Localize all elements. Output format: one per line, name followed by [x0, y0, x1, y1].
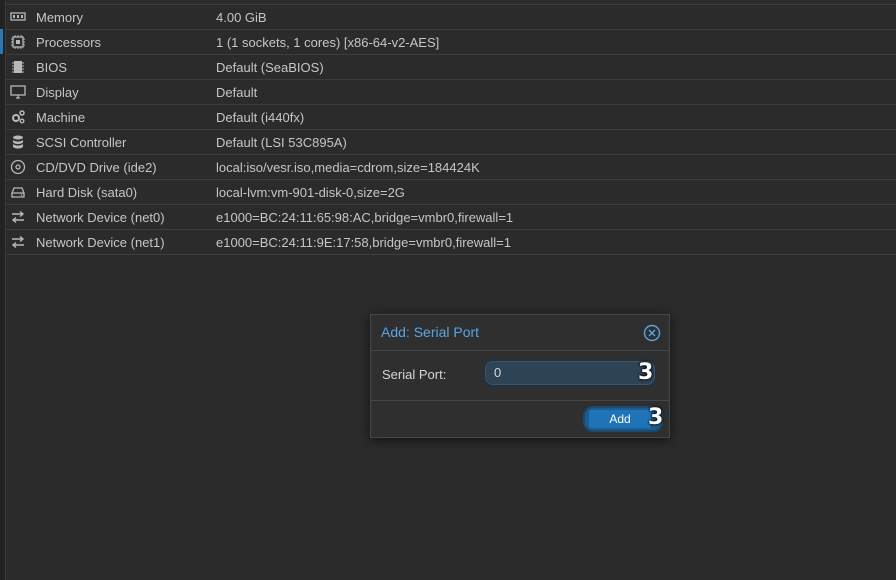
selected-nav-indicator: [0, 29, 3, 54]
row-value: 1 (1 sockets, 1 cores) [x86-64-v2-AES]: [216, 34, 440, 50]
hard-disk-icon: [6, 180, 30, 204]
hardware-row-machine[interactable]: Machine Default (i440fx): [6, 105, 896, 130]
row-value: local-lvm:vm-901-disk-0,size=2G: [216, 184, 405, 200]
serial-port-badge: 3: [638, 360, 654, 385]
add-button-badge: 3: [648, 405, 664, 430]
serial-port-value: 0: [494, 365, 502, 380]
row-key: Network Device (net1): [36, 234, 165, 250]
memory-icon: [6, 5, 30, 29]
add-serial-port-dialog: Add: Serial Port Serial Port: 0 3 Add 3: [370, 314, 670, 438]
row-value: e1000=BC:24:11:9E:17:58,bridge=vmbr0,fir…: [216, 234, 511, 250]
cdrom-icon: [6, 155, 30, 179]
hardware-row-scsi-controller[interactable]: SCSI Controller Default (LSI 53C895A): [6, 130, 896, 155]
row-value: 4.00 GiB: [216, 9, 267, 25]
hardware-row-network-net1[interactable]: Network Device (net1) e1000=BC:24:11:9E:…: [6, 230, 896, 255]
serial-port-label: Serial Port:: [382, 367, 447, 382]
monitor-icon: [6, 80, 30, 104]
row-value: Default (SeaBIOS): [216, 59, 324, 75]
dialog-footer: Add 3: [371, 401, 669, 436]
row-key: BIOS: [36, 59, 68, 75]
row-key: Display: [36, 84, 79, 100]
hardware-row-memory[interactable]: Memory 4.00 GiB: [6, 5, 896, 30]
row-key: CD/DVD Drive (ide2): [36, 159, 157, 175]
hardware-row-cd-dvd-drive[interactable]: CD/DVD Drive (ide2) local:iso/vesr.iso,m…: [6, 155, 896, 180]
hardware-row-network-net0[interactable]: Network Device (net0) e1000=BC:24:11:65:…: [6, 205, 896, 230]
row-value: Default: [216, 84, 258, 100]
cogs-icon: [6, 105, 30, 129]
dialog-header: Add: Serial Port: [371, 315, 669, 351]
dialog-title: Add: Serial Port: [381, 324, 480, 340]
row-key: Hard Disk (sata0): [36, 184, 138, 200]
hardware-row-display[interactable]: Display Default: [6, 80, 896, 105]
cpu-icon: [6, 30, 30, 54]
row-value: local:iso/vesr.iso,media=cdrom,size=1844…: [216, 159, 480, 175]
row-value: e1000=BC:24:11:65:98:AC,bridge=vmbr0,fir…: [216, 209, 514, 225]
row-key: Machine: [36, 109, 86, 125]
row-value: Default (LSI 53C895A): [216, 134, 347, 150]
hardware-row-hard-disk[interactable]: Hard Disk (sata0) local-lvm:vm-901-disk-…: [6, 180, 896, 205]
hardware-row-bios[interactable]: BIOS Default (SeaBIOS): [6, 55, 896, 80]
row-key: Processors: [36, 34, 102, 50]
dialog-body: Serial Port: 0 3: [371, 351, 669, 401]
row-key: Network Device (net0): [36, 209, 165, 225]
network-icon: [6, 205, 30, 229]
network-icon: [6, 230, 30, 254]
row-value: Default (i440fx): [216, 109, 305, 125]
add-button-label: Add: [589, 410, 651, 428]
bios-chip-icon: [6, 55, 30, 79]
close-icon[interactable]: [643, 324, 661, 342]
hardware-grid: Memory 4.00 GiB Processors 1 (1 sockets,…: [6, 4, 896, 255]
row-key: Memory: [36, 9, 83, 25]
hardware-row-processors[interactable]: Processors 1 (1 sockets, 1 cores) [x86-6…: [6, 30, 896, 55]
serial-port-input[interactable]: 0: [485, 361, 655, 385]
row-key: SCSI Controller: [36, 134, 127, 150]
database-icon: [6, 130, 30, 154]
